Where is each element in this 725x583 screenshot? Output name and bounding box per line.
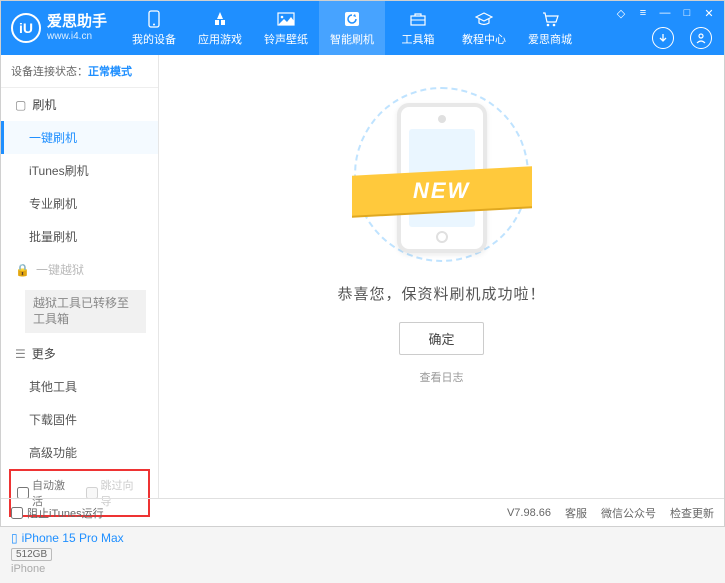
- phone-icon: [144, 10, 164, 28]
- nav-smart-flash[interactable]: 智能刷机: [319, 1, 385, 55]
- window-controls: ◇ ≡ — □ ✕: [614, 7, 716, 19]
- sidebar-jailbreak-header: 🔒 一键越狱: [1, 253, 158, 286]
- main-content: NEW 恭喜您，保资料刷机成功啦！ 确定 查看日志: [159, 55, 724, 498]
- version-label: V7.98.66: [507, 507, 551, 519]
- download-button[interactable]: [652, 27, 674, 49]
- nav-label: 工具箱: [402, 31, 435, 47]
- nav-tutorials[interactable]: 教程中心: [451, 1, 517, 55]
- view-log-link[interactable]: 查看日志: [420, 369, 464, 385]
- maximize-button[interactable]: □: [680, 7, 694, 19]
- status-bar: 阻止iTunes运行 V7.98.66 客服 微信公众号 检查更新: [1, 498, 724, 526]
- connection-label: 设备连接状态：: [11, 66, 88, 78]
- wechat-link[interactable]: 微信公众号: [601, 505, 656, 521]
- minimize-button[interactable]: —: [658, 7, 672, 19]
- sidebar-item-other-tools[interactable]: 其他工具: [1, 370, 158, 403]
- confirm-button[interactable]: 确定: [399, 322, 483, 355]
- device-phone-icon: ▯: [11, 531, 18, 545]
- app-name: 爱思助手: [47, 14, 107, 31]
- lock-icon[interactable]: ◇: [614, 7, 628, 19]
- nav-label: 教程中心: [462, 31, 506, 47]
- titlebar: iU 爱思助手 www.i4.cn 我的设备 应用游戏 铃声壁纸 智能刷机: [1, 1, 724, 55]
- nav-label: 铃声壁纸: [264, 31, 308, 47]
- nav-ringtones[interactable]: 铃声壁纸: [253, 1, 319, 55]
- sidebar-item-itunes-flash[interactable]: iTunes刷机: [1, 154, 158, 187]
- checkbox-label: 阻止iTunes运行: [27, 505, 104, 521]
- check-update-link[interactable]: 检查更新: [670, 505, 714, 521]
- lock-small-icon: 🔒: [15, 263, 30, 277]
- logo-icon: iU: [11, 13, 41, 43]
- sidebar-item-download-firmware[interactable]: 下载固件: [1, 403, 158, 436]
- block-itunes-checkbox[interactable]: 阻止iTunes运行: [11, 505, 104, 521]
- connection-status: 设备连接状态：正常模式: [1, 55, 158, 88]
- sidebar-item-pro-flash[interactable]: 专业刷机: [1, 187, 158, 220]
- nav-toolbox[interactable]: 工具箱: [385, 1, 451, 55]
- device-info: ▯ iPhone 15 Pro Max 512GB iPhone: [1, 525, 158, 583]
- device-type: iPhone: [11, 563, 148, 575]
- cart-icon: [540, 10, 560, 28]
- nav-my-device[interactable]: 我的设备: [121, 1, 187, 55]
- sidebar-jailbreak-note[interactable]: 越狱工具已转移至工具箱: [25, 290, 146, 333]
- nav-store[interactable]: 爱思商城: [517, 1, 583, 55]
- success-message: 恭喜您，保资料刷机成功啦！: [337, 283, 545, 304]
- sidebar-header-label: 更多: [32, 345, 56, 362]
- list-icon: ☰: [15, 347, 26, 361]
- close-button[interactable]: ✕: [702, 7, 716, 19]
- sidebar-item-batch-flash[interactable]: 批量刷机: [1, 220, 158, 253]
- nav-label: 爱思商城: [528, 31, 572, 47]
- success-illustration: NEW: [337, 85, 547, 265]
- customer-service-link[interactable]: 客服: [565, 505, 587, 521]
- refresh-icon: [342, 10, 362, 28]
- nav-label: 我的设备: [132, 31, 176, 47]
- app-logo: iU 爱思助手 www.i4.cn: [11, 13, 107, 43]
- apps-icon: [210, 10, 230, 28]
- sidebar-flash-header[interactable]: ▢ 刷机: [1, 88, 158, 121]
- user-button[interactable]: [690, 27, 712, 49]
- device-name[interactable]: ▯ iPhone 15 Pro Max: [11, 531, 148, 545]
- sidebar: 设备连接状态：正常模式 ▢ 刷机 一键刷机 iTunes刷机 专业刷机 批量刷机…: [1, 55, 159, 498]
- sidebar-more-header[interactable]: ☰ 更多: [1, 337, 158, 370]
- device-storage: 512GB: [11, 548, 52, 561]
- menu-icon[interactable]: ≡: [636, 7, 650, 19]
- toolbox-icon: [408, 10, 428, 28]
- sidebar-header-label: 一键越狱: [36, 261, 84, 278]
- image-icon: [276, 10, 296, 28]
- nav-label: 智能刷机: [330, 31, 374, 47]
- sidebar-item-advanced[interactable]: 高级功能: [1, 436, 158, 469]
- graduation-icon: [474, 10, 494, 28]
- nav-apps-games[interactable]: 应用游戏: [187, 1, 253, 55]
- sidebar-header-label: 刷机: [32, 96, 56, 113]
- app-url: www.i4.cn: [47, 31, 107, 42]
- phone-small-icon: ▢: [15, 98, 26, 112]
- top-nav: 我的设备 应用游戏 铃声壁纸 智能刷机 工具箱 教程中心: [121, 1, 583, 55]
- sidebar-item-onekey-flash[interactable]: 一键刷机: [1, 121, 158, 154]
- device-name-text: iPhone 15 Pro Max: [22, 531, 124, 545]
- nav-label: 应用游戏: [198, 31, 242, 47]
- connection-value: 正常模式: [88, 66, 132, 78]
